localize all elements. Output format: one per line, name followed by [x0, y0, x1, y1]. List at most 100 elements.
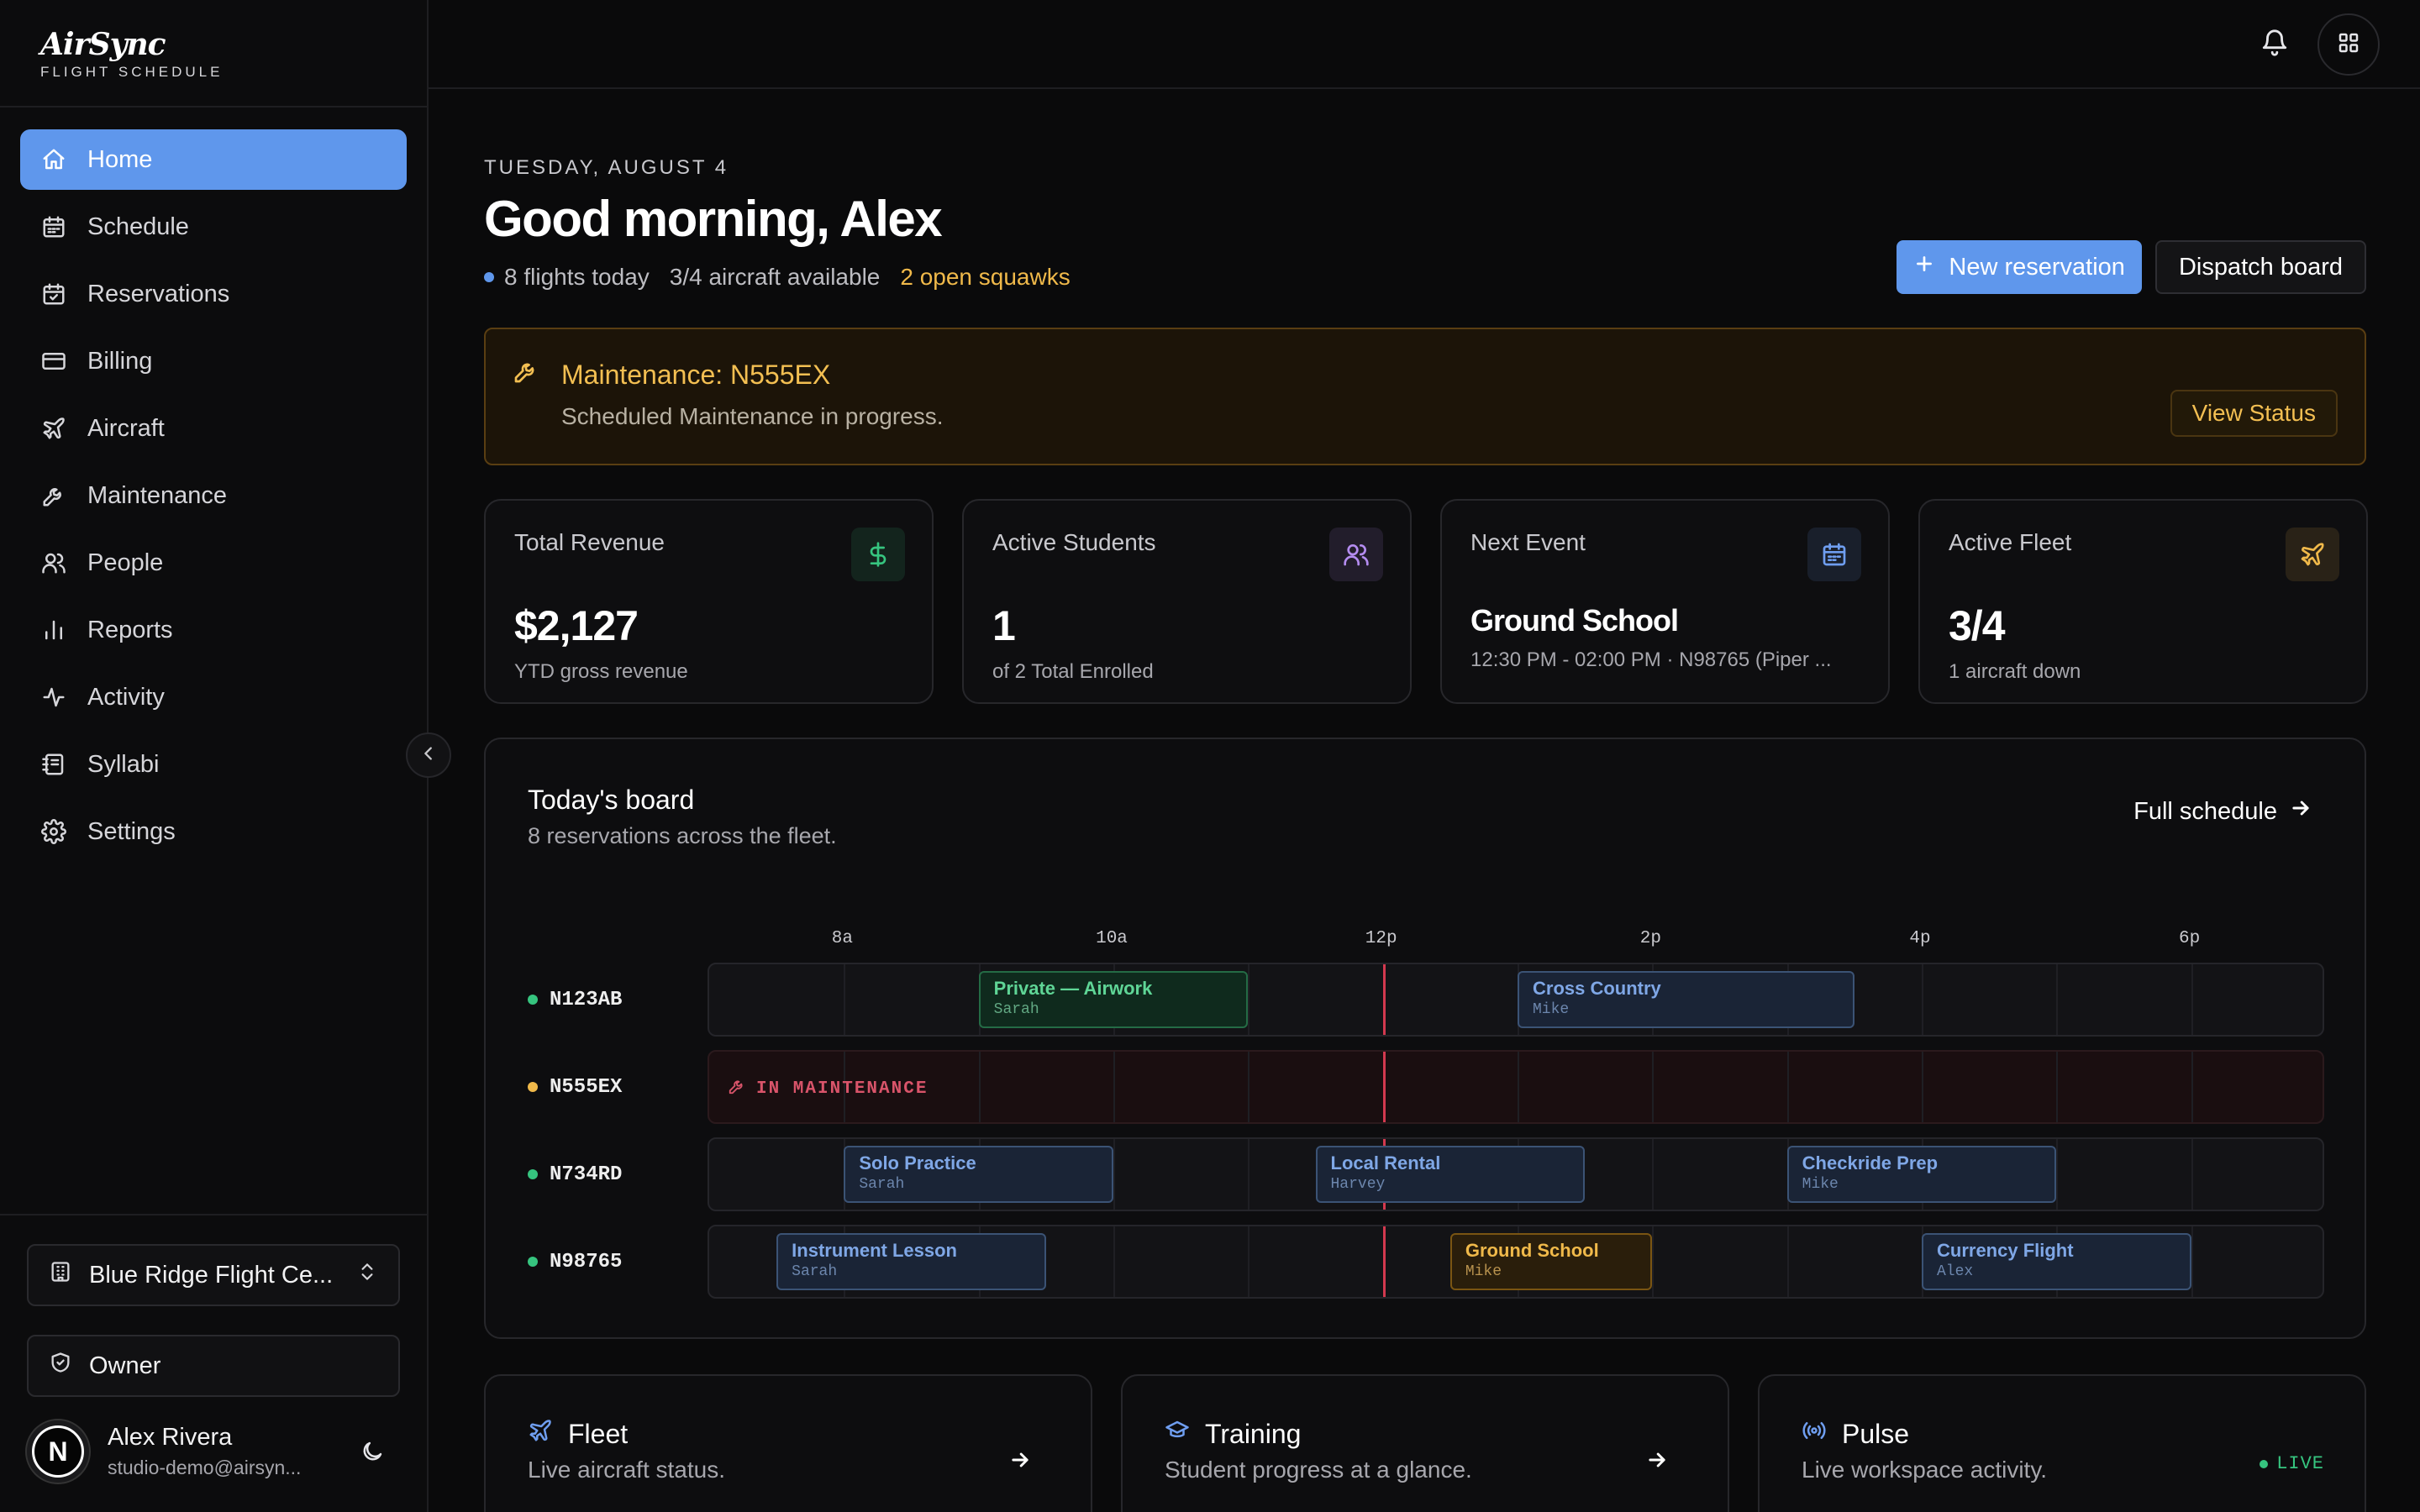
- dispatch-board-button[interactable]: Dispatch board: [2154, 240, 2366, 294]
- card-title: Fleet: [568, 1418, 629, 1449]
- card-pulse[interactable]: Pulse Live workspace activity. LIVE: [1758, 1374, 2366, 1512]
- reservation-block[interactable]: Currency Flight Alex: [1922, 1233, 2191, 1290]
- tail-number: N98765: [550, 1250, 623, 1273]
- status-dot: [528, 1082, 538, 1092]
- tail-number: N123AB: [550, 988, 623, 1011]
- time-tick: 12p: [1365, 929, 1397, 948]
- hour-gridline: [1113, 1052, 1115, 1122]
- plane-icon: [40, 415, 67, 442]
- reservation-block[interactable]: Private — Airwork Sarah: [978, 971, 1249, 1028]
- shield-icon: [49, 1351, 72, 1381]
- new-reservation-button[interactable]: New reservation: [1897, 240, 2142, 294]
- apps-button[interactable]: [2317, 13, 2380, 76]
- org-name: Blue Ridge Flight Ce...: [89, 1261, 334, 1289]
- sidebar-item-home[interactable]: Home: [20, 129, 407, 190]
- sidebar-item-label: Maintenance: [87, 481, 228, 509]
- stat-value: 1: [992, 602, 1016, 649]
- live-badge: LIVE: [2260, 1453, 2324, 1474]
- aircraft-lane[interactable]: Solo Practice Sarah Local Rental Harvey Chec…: [708, 1137, 2324, 1211]
- sidebar-item-people[interactable]: People: [20, 533, 407, 593]
- hour-gridline: [1248, 1052, 1250, 1122]
- building-icon: [49, 1260, 72, 1290]
- alert-title: Maintenance: N555EX: [561, 360, 831, 390]
- aircraft-row-label[interactable]: N555EX: [528, 1050, 622, 1124]
- stat-value: $2,127: [514, 602, 639, 649]
- flights-today: 8 flights today: [504, 264, 650, 290]
- user-name: Alex Rivera: [108, 1424, 233, 1451]
- user-email: studio-demo@airsyn...: [108, 1457, 302, 1478]
- full-schedule-link[interactable]: Full schedule: [2133, 796, 2312, 827]
- stat-subtext: 12:30 PM - 02:00 PM · N98765 (Piper ...: [1470, 648, 1832, 671]
- hour-gridline: [844, 964, 846, 1035]
- credit-card-icon: [40, 348, 67, 375]
- stat-label: Active Fleet: [1949, 529, 2072, 555]
- reservation-title: Solo Practice: [859, 1152, 976, 1173]
- reservation-block[interactable]: Checkride Prep Mike: [1786, 1146, 2057, 1203]
- wrench-icon: [728, 1077, 746, 1101]
- new-reservation-label: New reservation: [1949, 253, 2125, 281]
- sidebar-item-label: Activity: [87, 683, 165, 711]
- card-fleet[interactable]: Fleet Live aircraft status.: [484, 1374, 1092, 1512]
- stat-subtext: of 2 Total Enrolled: [992, 660, 1154, 683]
- hour-gridline: [1248, 1139, 1250, 1210]
- hour-gridline: [1786, 1052, 1789, 1122]
- stat-label: Active Students: [992, 529, 1156, 555]
- reservation-block[interactable]: Ground School Mike: [1449, 1233, 1653, 1290]
- user-profile[interactable]: N Alex Rivera studio-demo@airsyn...: [27, 1420, 400, 1483]
- sidebar-item-syllabi[interactable]: Syllabi: [20, 734, 407, 795]
- view-status-button[interactable]: View Status: [2170, 390, 2338, 437]
- aircraft-row-label[interactable]: N734RD: [528, 1137, 622, 1211]
- stat-card-active-students[interactable]: Active Students 1 of 2 Total Enrolled: [962, 499, 1412, 704]
- sidebar-item-settings[interactable]: Settings: [20, 801, 407, 862]
- arrow-right-icon: [2289, 796, 2312, 827]
- sidebar-item-activity[interactable]: Activity: [20, 667, 407, 727]
- sidebar-item-reports[interactable]: Reports: [20, 600, 407, 660]
- sidebar-item-billing[interactable]: Billing: [20, 331, 407, 391]
- chevron-left-icon: [419, 744, 438, 767]
- sidebar-nav: Home Schedule Reservations Billing Aircraft M…: [0, 108, 427, 862]
- reservation-block[interactable]: Solo Practice Sarah: [844, 1146, 1113, 1203]
- maintenance-label: IN MAINTENANCE: [728, 1077, 928, 1101]
- avatar[interactable]: N: [27, 1420, 89, 1483]
- reservation-block[interactable]: Instrument Lesson Sarah: [776, 1233, 1046, 1290]
- arrow-right-icon[interactable]: [1008, 1448, 1032, 1476]
- card-training[interactable]: Training Student progress at a glance.: [1121, 1374, 1729, 1512]
- brand[interactable]: AirSync FLIGHT SCHEDULE: [0, 0, 427, 108]
- sidebar-item-label: Billing: [87, 347, 153, 375]
- status-dot: [528, 1169, 538, 1179]
- aircraft-lane[interactable]: Instrument Lesson Sarah Ground School Mike C…: [708, 1225, 2324, 1299]
- dollar-icon: [851, 528, 905, 581]
- hour-gridline: [2191, 964, 2193, 1035]
- stat-subtext: 1 aircraft down: [1949, 660, 2081, 683]
- hour-gridline: [2191, 1226, 2193, 1297]
- aircraft-row-label[interactable]: N123AB: [528, 963, 622, 1037]
- sidebar-item-maintenance[interactable]: Maintenance: [20, 465, 407, 526]
- reservation-block[interactable]: Local Rental Harvey: [1315, 1146, 1586, 1203]
- aircraft-lane[interactable]: Private — Airwork Sarah Cross Country Mike: [708, 963, 2324, 1037]
- current-time-line: [1382, 1052, 1386, 1122]
- reservation-block[interactable]: Cross Country Mike: [1518, 971, 1854, 1028]
- collapse-sidebar-button[interactable]: [406, 732, 451, 778]
- stat-card-total-revenue[interactable]: Total Revenue $2,127 YTD gross revenue: [484, 499, 934, 704]
- sidebar-item-schedule[interactable]: Schedule: [20, 197, 407, 257]
- aircraft-row-label[interactable]: N98765: [528, 1225, 622, 1299]
- org-selector[interactable]: Blue Ridge Flight Ce...: [27, 1244, 400, 1306]
- moon-icon[interactable]: [360, 1439, 385, 1468]
- bell-icon[interactable]: [2260, 29, 2289, 61]
- sidebar-item-label: Settings: [87, 817, 176, 845]
- sidebar-item-reservations[interactable]: Reservations: [20, 264, 407, 324]
- graduation-cap-icon: [1165, 1418, 1190, 1450]
- sidebar-item-aircraft[interactable]: Aircraft: [20, 398, 407, 459]
- stat-card-next-event[interactable]: Next Event Ground School 12:30 PM - 02:00 …: [1440, 499, 1890, 704]
- aircraft-lane[interactable]: IN MAINTENANCE: [708, 1050, 2324, 1124]
- alert-description: Scheduled Maintenance in progress.: [561, 403, 944, 429]
- reservation-person: Mike: [1533, 1001, 1570, 1018]
- stat-card-active-fleet[interactable]: Active Fleet 3/4 1 aircraft down: [1918, 499, 2368, 704]
- sidebar-item-label: People: [87, 549, 164, 576]
- stat-value: Ground School: [1470, 603, 1679, 638]
- open-squawks-link[interactable]: 2 open squawks: [900, 264, 1070, 291]
- hour-gridline: [1248, 964, 1250, 1035]
- role-badge[interactable]: Owner: [27, 1335, 400, 1397]
- arrow-right-icon[interactable]: [1645, 1448, 1669, 1476]
- hour-gridline: [2191, 1052, 2193, 1122]
